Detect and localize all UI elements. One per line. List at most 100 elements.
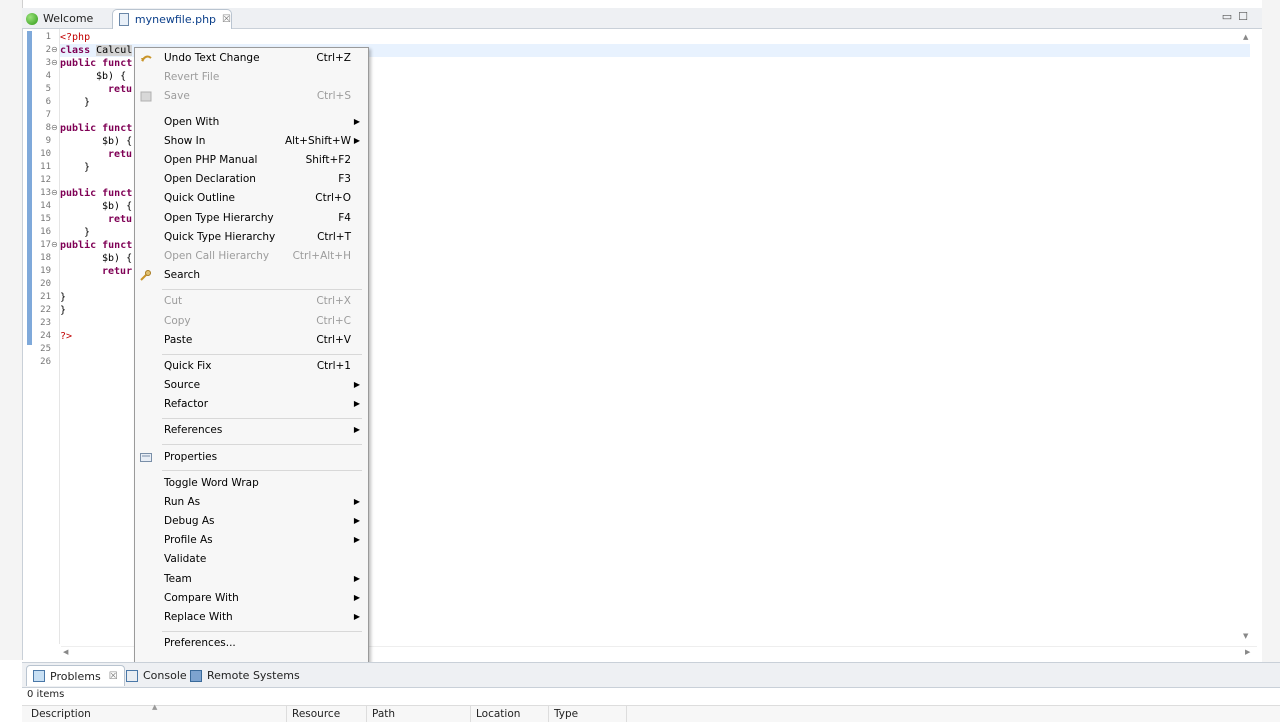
line-number: 24 [40, 331, 51, 341]
tab-console[interactable]: Console [126, 669, 187, 682]
menu-separator [162, 418, 362, 419]
column-header-location[interactable]: Location [476, 708, 520, 720]
code-line: public funct [60, 122, 132, 135]
menu-item-shortcut: Ctrl+X [316, 295, 351, 307]
menu-item-shortcut: Ctrl+Alt+H [292, 250, 351, 262]
fold-icon[interactable]: ⊖ [51, 123, 58, 132]
tab-label: Problems [50, 669, 101, 683]
submenu-arrow-icon: ▶ [353, 612, 360, 621]
menu-item-open-declaration[interactable]: Open Declaration F3 [135, 171, 368, 189]
code-line: } [84, 227, 91, 238]
menu-item-source[interactable]: Source ▶ [135, 377, 368, 395]
menu-item-profile-as[interactable]: Profile As ▶ [135, 532, 368, 550]
column-header-path[interactable]: Path [372, 708, 395, 720]
menu-item-open-type-hierarchy[interactable]: Open Type Hierarchy F4 [135, 210, 368, 228]
code-keyword: funct [96, 240, 133, 251]
tab-problems[interactable]: Problems ☒ [26, 665, 125, 686]
submenu-arrow-icon: ▶ [353, 574, 360, 583]
menu-item-quick-fix[interactable]: Quick Fix Ctrl+1 [135, 358, 368, 376]
menu-item-revert-file[interactable]: Revert File [135, 69, 368, 87]
line-number: 8 [45, 123, 51, 133]
menu-item-search[interactable]: Search [135, 267, 368, 285]
menu-item-properties[interactable]: Properties [135, 449, 368, 467]
menu-item-quick-outline[interactable]: Quick Outline Ctrl+O [135, 190, 368, 208]
code-line: } [84, 162, 91, 173]
menu-item-preferences[interactable]: Preferences... [135, 635, 368, 653]
column-header-resource[interactable]: Resource [292, 708, 340, 720]
menu-item-open-php-manual[interactable]: Open PHP Manual Shift+F2 [135, 152, 368, 170]
menu-item-refactor[interactable]: Refactor ▶ [135, 396, 368, 414]
menu-item-debug-as[interactable]: Debug As ▶ [135, 513, 368, 531]
close-icon[interactable]: ☒ [222, 14, 231, 25]
menu-item-paste[interactable]: Paste Ctrl+V [135, 332, 368, 350]
menu-item-run-as[interactable]: Run As ▶ [135, 494, 368, 512]
tab-welcome[interactable]: Welcome [26, 9, 93, 28]
problems-table-header: Description ▲ Resource Path Location Typ… [22, 703, 1280, 722]
code-identifier: Calcul [96, 45, 133, 56]
line-number: 16 [40, 227, 51, 237]
minimize-icon[interactable]: ▭ [1222, 10, 1238, 23]
column-header-type[interactable]: Type [554, 708, 578, 720]
menu-item-open-call-hierarchy[interactable]: Open Call Hierarchy Ctrl+Alt+H [135, 248, 368, 266]
fold-icon[interactable]: ⊖ [51, 45, 58, 54]
menu-item-cut[interactable]: Cut Ctrl+X [135, 293, 368, 311]
vertical-scrollbar[interactable]: ▲ ▼ [1241, 31, 1253, 641]
menu-item-toggle-word-wrap[interactable]: Toggle Word Wrap [135, 475, 368, 493]
scroll-down-icon[interactable]: ▼ [1243, 632, 1248, 640]
line-number: 7 [45, 110, 51, 120]
menu-item-open-with[interactable]: Open With ▶ [135, 114, 368, 132]
left-trim-strip [0, 0, 23, 660]
code-line: class Calcul [60, 44, 133, 57]
menu-item-label: Compare With [164, 592, 239, 604]
console-icon [126, 669, 138, 682]
menu-item-label: Open Declaration [164, 173, 256, 185]
menu-item-shortcut: Alt+Shift+W [284, 135, 351, 147]
menu-item-label: Toggle Word Wrap [164, 477, 259, 489]
submenu-arrow-icon: ▶ [353, 136, 360, 145]
menu-item-shortcut: Ctrl+C [316, 315, 351, 327]
line-number: 14 [40, 201, 51, 211]
fold-icon[interactable]: ⊖ [51, 240, 58, 249]
tab-label: mynewfile.php [134, 13, 217, 26]
menu-item-compare-with[interactable]: Compare With ▶ [135, 590, 368, 608]
line-number: 11 [40, 162, 51, 172]
menu-item-validate[interactable]: Validate [135, 551, 368, 569]
line-number: 22 [40, 305, 51, 315]
tab-mynewfile[interactable]: mynewfile.php ☒ [112, 9, 232, 29]
code-line: $b) { [102, 201, 133, 212]
column-header-description[interactable]: Description [31, 708, 91, 720]
scroll-up-icon[interactable]: ▲ [1243, 33, 1248, 41]
menu-item-label: Properties [164, 451, 218, 463]
line-number: 21 [40, 292, 51, 302]
menu-item-label: Run As [164, 496, 201, 508]
tab-remote-systems[interactable]: Remote Systems [190, 669, 300, 682]
menu-item-shortcut: F3 [338, 173, 351, 185]
menu-item-label: Open Call Hierarchy [164, 250, 270, 262]
menu-item-undo-text-change[interactable]: Undo Text Change Ctrl+Z [135, 50, 368, 68]
code-keyword: funct [96, 188, 133, 199]
fold-icon[interactable]: ⊖ [51, 58, 58, 67]
menu-item-replace-with[interactable]: Replace With ▶ [135, 609, 368, 627]
welcome-icon [26, 12, 38, 25]
scroll-left-icon[interactable]: ◀ [63, 648, 68, 656]
menu-item-show-in[interactable]: Show In Alt+Shift+W ▶ [135, 133, 368, 151]
menu-item-references[interactable]: References ▶ [135, 422, 368, 440]
maximize-icon[interactable]: ☐ [1238, 10, 1254, 23]
menu-item-shortcut: Ctrl+V [316, 334, 351, 346]
line-number: 6 [45, 97, 51, 107]
menu-item-label: Show In [164, 135, 206, 147]
menu-item-save[interactable]: Save Ctrl+S [135, 88, 368, 106]
menu-item-quick-type-hierarchy[interactable]: Quick Type Hierarchy Ctrl+T [135, 229, 368, 247]
code-line: $b) { [96, 71, 127, 82]
submenu-arrow-icon: ▶ [353, 535, 360, 544]
line-number: 3 [45, 58, 51, 68]
scroll-right-icon[interactable]: ▶ [1245, 648, 1250, 656]
close-icon[interactable]: ☒ [109, 671, 118, 682]
menu-item-label: Open With [164, 116, 220, 128]
menu-item-label: Team [164, 573, 192, 585]
fold-icon[interactable]: ⊖ [51, 188, 58, 197]
menu-item-team[interactable]: Team ▶ [135, 571, 368, 589]
menu-item-label: Replace With [164, 611, 233, 623]
menu-item-copy[interactable]: Copy Ctrl+C [135, 313, 368, 331]
window-controls[interactable]: ▭☐ [1222, 10, 1254, 23]
